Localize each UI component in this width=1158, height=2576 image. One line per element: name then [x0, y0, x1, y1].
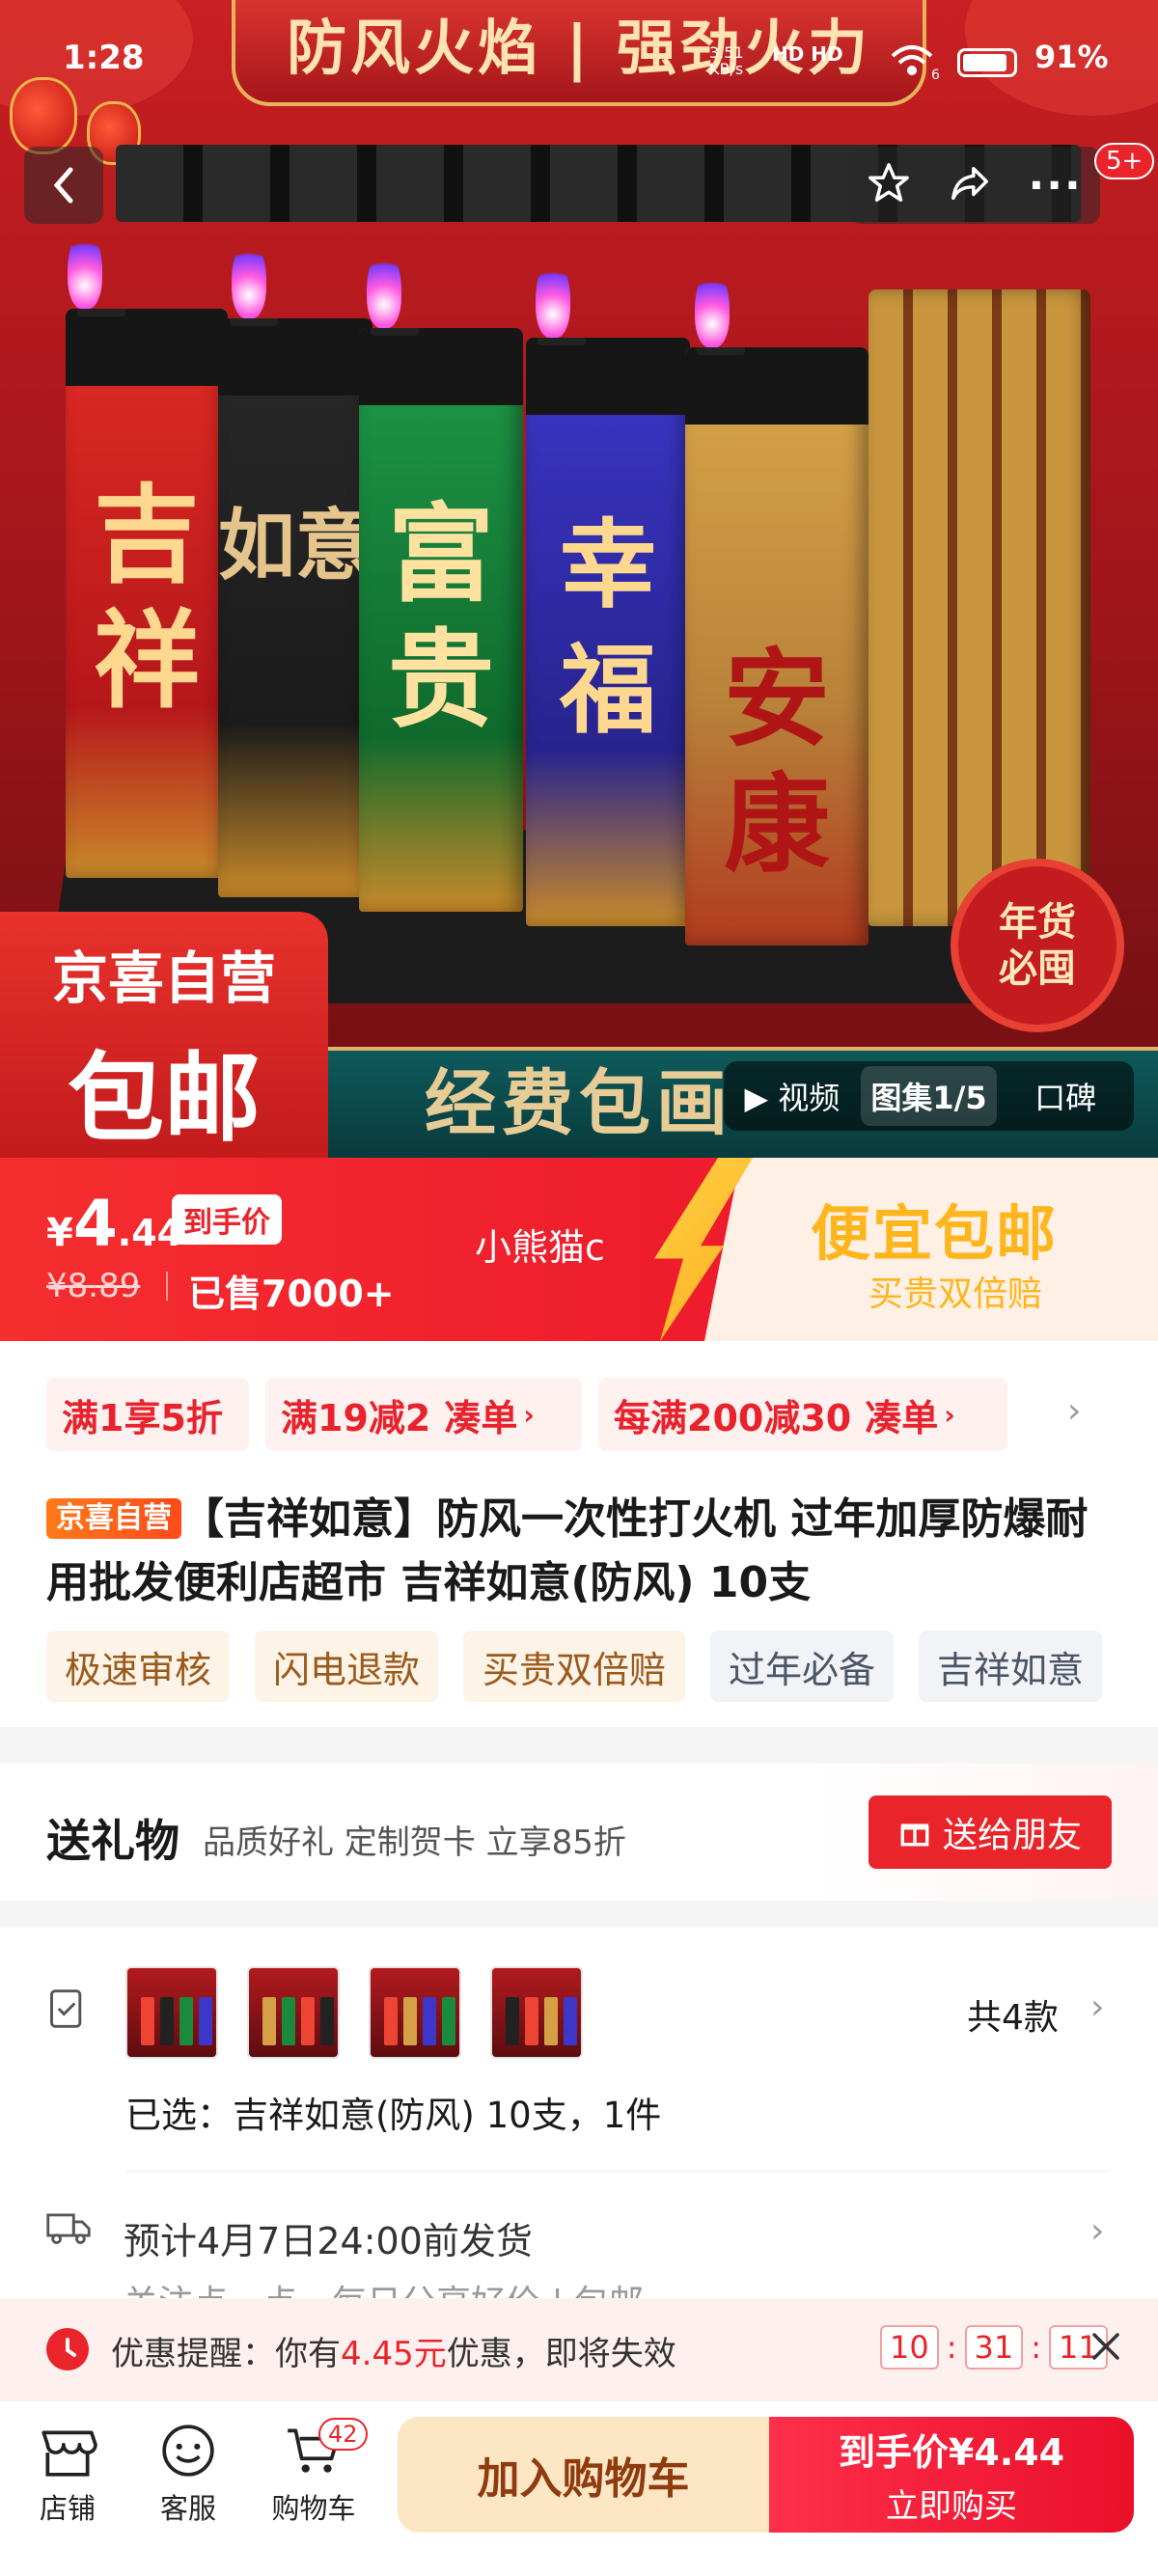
- flame-decor: [695, 270, 730, 347]
- service-icon: [162, 2425, 214, 2477]
- coupon-3[interactable]: 每满200减30 凑单 ›: [598, 1378, 1007, 1451]
- clock-icon: [46, 2328, 89, 2370]
- wifi-icon: [890, 44, 934, 81]
- variant-thumb-2[interactable]: [247, 1966, 340, 2059]
- lighter-ruyi: 如意: [218, 318, 372, 897]
- self-operated-badge: 京喜自营: [46, 1498, 181, 1539]
- coupon-2[interactable]: 满19减2 凑单 ›: [265, 1378, 582, 1451]
- star-icon[interactable]: [867, 161, 911, 209]
- variant-thumb-1[interactable]: [125, 1966, 218, 2059]
- lighter-fugui: 富贵: [359, 328, 523, 912]
- status-signal: HD HD: [772, 42, 843, 66]
- message-badge: 5+: [1094, 143, 1155, 179]
- variant-count[interactable]: 共4款: [967, 1989, 1059, 2040]
- divider: [166, 1272, 168, 1301]
- cart-label: 购物车: [271, 2492, 356, 2525]
- flame-decor: [68, 232, 102, 309]
- coupon-1[interactable]: 满1享5折: [46, 1378, 249, 1451]
- close-icon[interactable]: [1087, 2327, 1125, 2370]
- add-to-cart-button[interactable]: 加入购物车: [398, 2417, 769, 2533]
- back-button[interactable]: [24, 147, 103, 224]
- gift-desc: 品质好礼 定制贺卡 立享85折: [203, 1823, 626, 1862]
- product-title-text: 【吉祥如意】防风一次性打火机 过年加厚防爆耐用批发便利店超市 吉祥如意(防风) …: [46, 1494, 1089, 1607]
- price-bar: ¥ 4 .44 到手价 ¥8.89 已售7000+ 小熊猫c 便宜包邮 买贵双倍…: [0, 1158, 1158, 1341]
- price-tag: 到手价: [172, 1194, 282, 1245]
- seal-stamp: 年货 必囤: [951, 859, 1124, 1032]
- coupon-more-chevron-icon[interactable]: ›: [1067, 1391, 1081, 1431]
- store-icon: [41, 2430, 97, 2477]
- send-to-friend-button[interactable]: 送给朋友: [868, 1795, 1112, 1869]
- shipping-estimate[interactable]: 预计4月7日24:00前发货: [124, 2211, 533, 2264]
- truck-icon: [46, 2209, 91, 2252]
- sold-count: 已售7000+: [188, 1273, 395, 1315]
- flame-decor: [367, 251, 401, 328]
- gift-title: 送礼物: [46, 1815, 179, 1867]
- variant-thumb-3[interactable]: [369, 1966, 461, 2059]
- media-switcher: ▶ 视频 图集1/5 口碑: [724, 1061, 1134, 1131]
- spec-chevron-icon[interactable]: ›: [1090, 1987, 1104, 2027]
- self-operated-label: 京喜自营: [51, 945, 276, 1011]
- chevron-left-icon: [53, 167, 73, 204]
- gift-section: 送礼物 品质好礼 定制贺卡 立享85折 送给朋友: [0, 1764, 1158, 1901]
- service-label: 客服: [159, 2492, 216, 2525]
- spec-icon: [46, 1987, 89, 2034]
- current-price: ¥ 4 .44: [46, 1187, 183, 1261]
- discount-reminder: 优惠提醒：你有4.45元优惠，即将失效 10: 31: 11: [0, 2298, 1158, 2400]
- promo-subtitle: 买贵双倍赔: [868, 1274, 1043, 1314]
- top-actions: ···: [849, 147, 1100, 224]
- tag-jixiang-ruyi: 吉祥如意: [919, 1631, 1102, 1702]
- battery-icon: [957, 48, 1017, 77]
- flame-decor: [536, 260, 570, 338]
- reminder-text: 优惠提醒：你有4.45元优惠，即将失效: [111, 2335, 676, 2373]
- variant-thumb-4[interactable]: [490, 1966, 583, 2059]
- status-net-speed: 3.51 KB/s: [709, 43, 744, 78]
- tag-fast-review: 极速审核: [46, 1631, 230, 1702]
- lighter-jixiang: 吉祥: [66, 309, 228, 878]
- shipping-chevron-icon[interactable]: ›: [1090, 2211, 1104, 2251]
- lighter-ankang: 安康: [685, 347, 868, 945]
- share-icon[interactable]: [947, 161, 993, 209]
- self-operated-box: 京喜自营 包邮: [0, 912, 328, 1158]
- tag-double-compensation: 买贵双倍赔: [463, 1631, 685, 1702]
- lighter-side-rows: [868, 289, 1090, 926]
- status-time: 1:28: [63, 39, 145, 77]
- buy-now-button[interactable]: 到手价¥4.44 立即购买: [769, 2417, 1134, 2533]
- promo-title: 便宜包邮: [811, 1198, 1059, 1269]
- original-price: ¥8.89: [46, 1267, 141, 1305]
- lighter-xingfu: 幸福: [526, 338, 690, 926]
- tag-new-year: 过年必备: [710, 1631, 894, 1702]
- selected-spec[interactable]: 已选：吉祥如意(防风) 10支，1件: [125, 2086, 661, 2138]
- battery-percent: 91%: [1034, 39, 1109, 75]
- tag-quick-refund: 闪电退款: [255, 1631, 438, 1702]
- media-gallery-tab[interactable]: 图集1/5: [860, 1066, 998, 1126]
- wifi-level: 6: [931, 68, 940, 83]
- cart-badge: 42: [318, 2418, 368, 2451]
- product-title: 京喜自营 【吉祥如意】防风一次性打火机 过年加厚防爆耐用批发便利店超市 吉祥如意(…: [46, 1488, 1127, 1615]
- gift-icon: [900, 1823, 929, 1847]
- shop-tab[interactable]: 店铺: [10, 2422, 125, 2527]
- seal-line-2: 必囤: [999, 946, 1076, 991]
- buy-now-label: 立即购买: [886, 2487, 1017, 2526]
- shop-label: 店铺: [39, 2492, 96, 2525]
- media-reviews-tab[interactable]: 口碑: [997, 1074, 1134, 1118]
- product-hero-image[interactable]: 防风火焰 | 强劲火力 吉祥 如意 富贵 幸福 安康 1:28 3.51 KB/…: [0, 0, 1158, 1158]
- divider: [125, 2171, 1110, 2172]
- seal-line-1: 年货: [999, 900, 1076, 945]
- service-tab[interactable]: 客服: [130, 2422, 246, 2527]
- shop-name: 小熊猫c: [475, 1226, 605, 1269]
- countdown: 10: 31: 11: [880, 2325, 1108, 2370]
- free-shipping-label: 包邮: [68, 1042, 261, 1155]
- more-icon[interactable]: ···: [1029, 161, 1083, 210]
- media-video-tab[interactable]: ▶ 视频: [724, 1074, 861, 1118]
- lantern-decor: [10, 77, 77, 154]
- buy-price: 到手价¥4.44: [838, 2431, 1065, 2474]
- flame-decor: [232, 241, 266, 318]
